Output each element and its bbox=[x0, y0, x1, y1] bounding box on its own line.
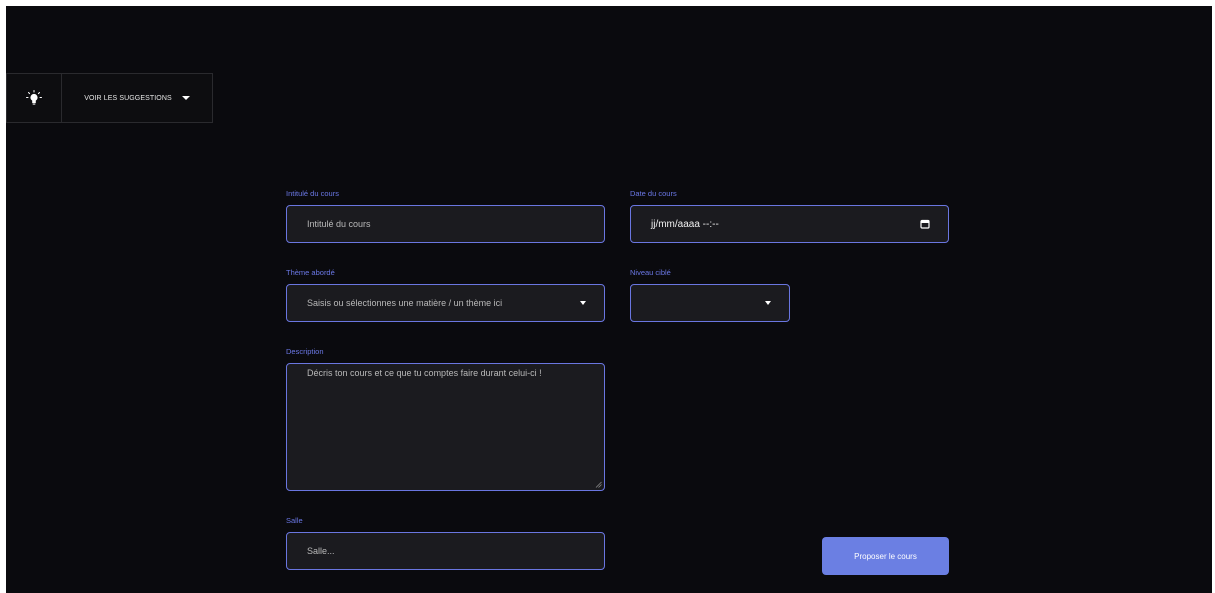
description-label: Description bbox=[286, 347, 324, 356]
course-title-input[interactable]: Intitulé du cours bbox=[286, 205, 605, 243]
submit-course-button[interactable]: Proposer le cours bbox=[822, 537, 949, 575]
room-input[interactable]: Salle... bbox=[286, 532, 605, 570]
level-select[interactable] bbox=[630, 284, 790, 322]
theme-placeholder: Saisis ou sélectionnes une matière / un … bbox=[307, 298, 503, 308]
description-placeholder: Décris ton cours et ce que tu comptes fa… bbox=[307, 368, 542, 378]
caret-down-icon bbox=[765, 301, 771, 305]
view-suggestions-button[interactable]: VOIR LES SUGGESTIONS bbox=[62, 74, 212, 122]
lightbulb-icon bbox=[26, 90, 42, 105]
level-label: Niveau ciblé bbox=[630, 268, 671, 277]
suggestions-bar: VOIR LES SUGGESTIONS bbox=[6, 73, 213, 123]
resize-grip-icon[interactable] bbox=[595, 481, 602, 488]
room-label: Salle bbox=[286, 516, 303, 525]
caret-down-icon bbox=[181, 96, 190, 100]
course-title-placeholder: Intitulé du cours bbox=[307, 219, 371, 229]
course-date-input[interactable]: jj/mm/aaaa --:-- bbox=[630, 205, 949, 243]
room-placeholder: Salle... bbox=[307, 546, 335, 556]
view-suggestions-label: VOIR LES SUGGESTIONS bbox=[84, 94, 172, 102]
caret-down-icon bbox=[580, 301, 586, 305]
theme-label: Thème abordé bbox=[286, 268, 335, 277]
submit-course-label: Proposer le cours bbox=[854, 551, 917, 561]
course-date-value: jj/mm/aaaa --:-- bbox=[651, 218, 719, 230]
course-title-label: Intitulé du cours bbox=[286, 189, 339, 198]
calendar-icon[interactable] bbox=[920, 219, 930, 229]
lightbulb-button[interactable] bbox=[7, 74, 62, 122]
theme-select[interactable]: Saisis ou sélectionnes une matière / un … bbox=[286, 284, 605, 322]
course-date-label: Date du cours bbox=[630, 189, 677, 198]
description-textarea[interactable]: Décris ton cours et ce que tu comptes fa… bbox=[286, 363, 605, 491]
app-root: VOIR LES SUGGESTIONS Intitulé du cours I… bbox=[6, 6, 1212, 593]
